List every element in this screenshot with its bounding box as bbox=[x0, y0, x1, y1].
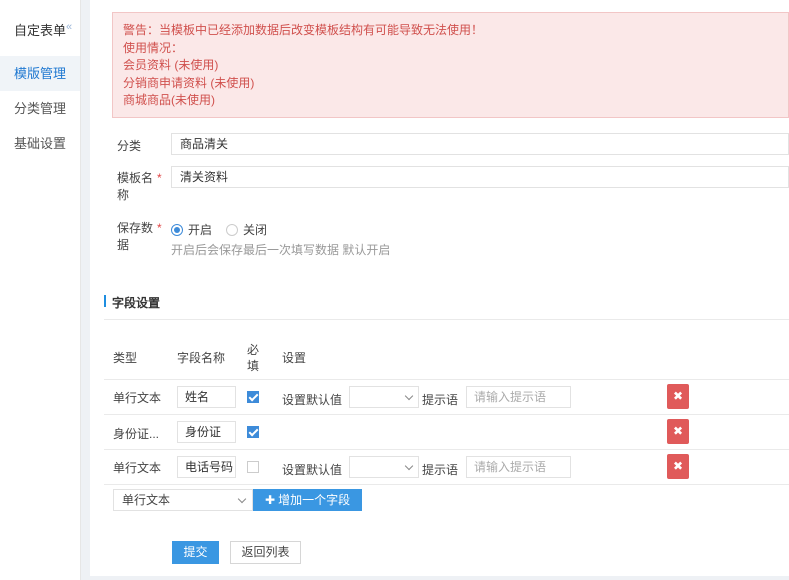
plus-icon: ✚ bbox=[265, 493, 276, 507]
column-header-type: 类型 bbox=[113, 351, 138, 365]
chevron-down-icon bbox=[404, 391, 414, 401]
field-name-input[interactable]: 电话号码 bbox=[177, 456, 236, 478]
chevron-down-icon bbox=[404, 461, 414, 471]
divider bbox=[104, 379, 789, 380]
delete-field-button[interactable]: ✖ bbox=[667, 419, 689, 444]
row-type: 单行文本 bbox=[113, 391, 162, 405]
default-value-label: 设置默认值 bbox=[282, 463, 343, 477]
default-value-select[interactable] bbox=[349, 456, 419, 478]
template-name-field[interactable]: 清关资料 bbox=[171, 166, 789, 188]
submit-button[interactable]: 提交 bbox=[172, 541, 219, 564]
usage-item: 商城商品(未使用) bbox=[123, 93, 215, 107]
radio-checked-icon bbox=[171, 223, 183, 236]
prompt-label: 提示语 bbox=[422, 393, 459, 407]
template-name-label-text-2: 称 bbox=[117, 188, 130, 202]
column-header-required: 必 填 bbox=[247, 342, 259, 374]
column-header-required-1: 必 bbox=[247, 343, 260, 357]
add-field-button[interactable]: ✚ 增加一个字段 bbox=[253, 489, 362, 511]
column-header-required-2: 填 bbox=[247, 359, 260, 373]
new-field-type-value: 单行文本 bbox=[122, 493, 171, 507]
main-panel: 警告：当模板中已经添加数据后改变模板结构有可能导致无法使用！ 使用情况： 会员资… bbox=[90, 0, 789, 576]
default-value-select[interactable] bbox=[349, 386, 419, 408]
row-type: 单行文本 bbox=[113, 461, 162, 475]
required-checkbox[interactable] bbox=[247, 391, 259, 403]
usage-item: 分销商申请资料 (未使用) bbox=[123, 75, 255, 90]
template-name-label-text: 模板名 bbox=[117, 171, 154, 185]
close-icon: ✖ bbox=[672, 424, 684, 438]
required-checkbox[interactable] bbox=[247, 426, 259, 438]
sidebar-title: 自定表单 bbox=[14, 23, 67, 38]
usage-heading: 使用情况： bbox=[123, 40, 184, 55]
column-header-field-name: 字段名称 bbox=[177, 351, 226, 365]
add-field-label: 增加一个字段 bbox=[278, 493, 351, 507]
sidebar-item-template-management[interactable]: 模版管理 bbox=[0, 56, 80, 91]
divider bbox=[104, 319, 789, 320]
category-field[interactable]: 商品清关 bbox=[171, 133, 789, 155]
save-data-label: 保存数 * 据 bbox=[117, 220, 167, 254]
default-value-label: 设置默认值 bbox=[282, 393, 343, 407]
radio-unchecked-icon bbox=[226, 223, 238, 236]
save-data-hint: 开启后会保存最后一次填写数据 默认开启 bbox=[171, 243, 391, 257]
sidebar-header: 自定表单 « bbox=[0, 0, 80, 56]
row-type: 身份证... bbox=[113, 427, 160, 441]
prompt-input[interactable]: 请输入提示语 bbox=[466, 456, 571, 478]
back-to-list-button[interactable]: 返回列表 bbox=[230, 541, 301, 564]
warning-alert: 警告：当模板中已经添加数据后改变模板结构有可能导致无法使用！ 使用情况： 会员资… bbox=[112, 12, 789, 118]
field-name-input[interactable]: 姓名 bbox=[177, 386, 236, 408]
radio-label: 开启 bbox=[188, 223, 213, 237]
required-checkbox[interactable] bbox=[247, 461, 259, 473]
warning-message: 警告：当模板中已经添加数据后改变模板结构有可能导致无法使用！ bbox=[123, 23, 484, 37]
save-data-label-text: 保存数 bbox=[117, 221, 154, 235]
divider bbox=[104, 484, 789, 485]
usage-item: 会员资料 (未使用) bbox=[123, 58, 219, 72]
fields-section-title: 字段设置 bbox=[104, 294, 160, 311]
column-header-settings: 设置 bbox=[282, 351, 307, 365]
prompt-input[interactable]: 请输入提示语 bbox=[466, 386, 571, 408]
save-data-on-radio[interactable]: 开启 bbox=[171, 221, 212, 238]
collapse-icon[interactable]: « bbox=[66, 20, 76, 34]
field-name-input[interactable]: 身份证 bbox=[177, 421, 236, 443]
delete-field-button[interactable]: ✖ bbox=[667, 384, 689, 409]
chevron-down-icon bbox=[237, 494, 247, 504]
new-field-type-select[interactable]: 单行文本 bbox=[113, 489, 253, 511]
template-name-label: 模板名 * 称 bbox=[117, 170, 167, 204]
sidebar-item-category-management[interactable]: 分类管理 bbox=[0, 91, 80, 126]
sidebar-item-basic-settings[interactable]: 基础设置 bbox=[0, 126, 80, 161]
required-mark: * bbox=[157, 171, 162, 185]
sidebar: 自定表单 « 模版管理 分类管理 基础设置 bbox=[0, 0, 81, 580]
divider bbox=[104, 414, 789, 415]
required-mark: * bbox=[157, 221, 162, 235]
radio-label: 关闭 bbox=[243, 223, 268, 237]
save-data-label-text-2: 据 bbox=[117, 238, 130, 252]
category-label: 分类 bbox=[117, 139, 142, 153]
delete-field-button[interactable]: ✖ bbox=[667, 454, 689, 479]
close-icon: ✖ bbox=[672, 459, 684, 473]
prompt-label: 提示语 bbox=[422, 463, 459, 477]
divider bbox=[104, 449, 789, 450]
close-icon: ✖ bbox=[672, 389, 684, 403]
save-data-off-radio[interactable]: 关闭 bbox=[226, 221, 267, 238]
